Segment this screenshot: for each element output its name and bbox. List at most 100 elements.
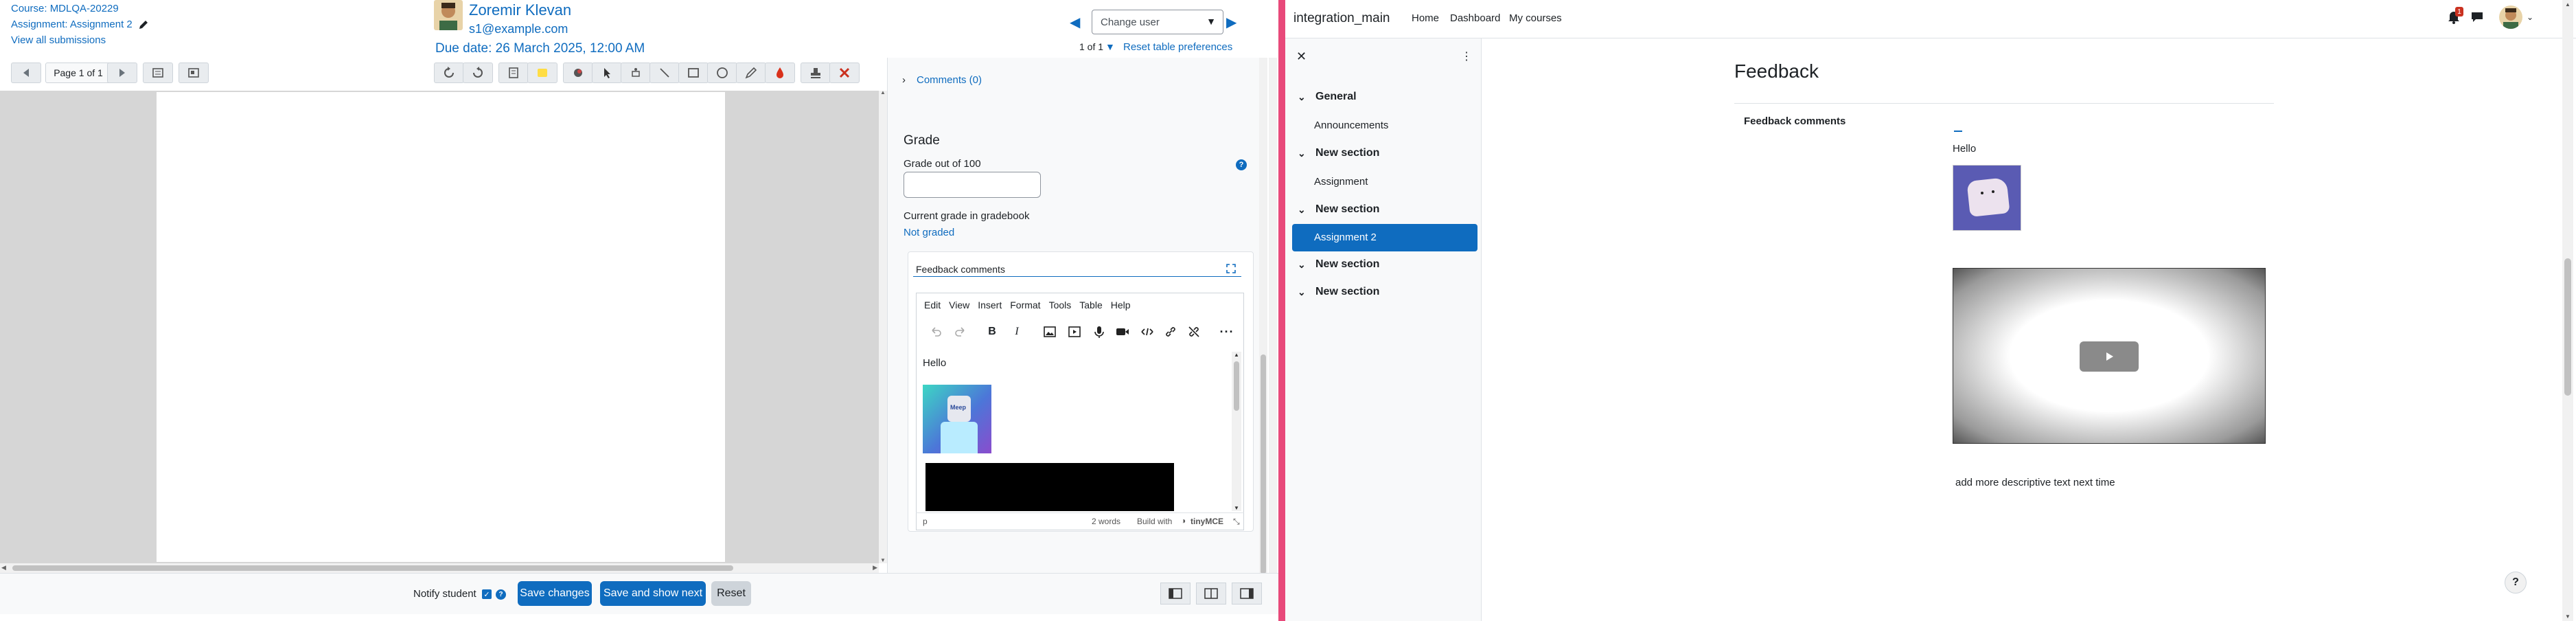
oval-tool-button[interactable] bbox=[707, 63, 737, 83]
comment-color-button[interactable] bbox=[527, 63, 557, 83]
section-new-1[interactable]: ⌄ New section bbox=[1298, 147, 1379, 159]
highlighter-tool-button[interactable] bbox=[765, 63, 795, 83]
menu-edit[interactable]: Edit bbox=[924, 300, 941, 310]
embed-icon[interactable] bbox=[1137, 321, 1158, 342]
delete-annotation-button[interactable] bbox=[829, 63, 860, 83]
rectangle-tool-button[interactable] bbox=[678, 63, 709, 83]
student-window: integration_main Home Dashboard My cours… bbox=[1285, 0, 2576, 621]
section-new-3[interactable]: ⌄ New section bbox=[1298, 258, 1379, 271]
image-icon[interactable] bbox=[1039, 321, 1060, 342]
menu-insert[interactable]: Insert bbox=[978, 300, 1002, 310]
drawer-menu-kebab-icon[interactable]: ⋮ bbox=[1461, 49, 1472, 63]
record-audio-icon[interactable] bbox=[1089, 321, 1109, 342]
fullscreen-icon[interactable] bbox=[1226, 264, 1236, 273]
help-button-label: ? bbox=[2512, 576, 2519, 588]
menu-table[interactable]: Table bbox=[1079, 300, 1102, 310]
previous-user-arrow[interactable]: ◀ bbox=[1070, 14, 1080, 31]
pdf-horizontal-scrollbar[interactable]: ◀ ▶ bbox=[0, 563, 879, 573]
section-new-3-title: New section bbox=[1315, 258, 1380, 270]
menu-help[interactable]: Help bbox=[1111, 300, 1131, 310]
page-heading: Feedback bbox=[1734, 60, 1819, 82]
next-user-arrow[interactable]: ▶ bbox=[1226, 14, 1237, 31]
nav-home[interactable]: Home bbox=[1412, 12, 1439, 24]
rotate-right-button[interactable] bbox=[463, 63, 493, 83]
layout-collapse-review-button[interactable] bbox=[1160, 583, 1191, 605]
select-tool-button[interactable] bbox=[592, 63, 622, 83]
window-divider[interactable] bbox=[1278, 0, 1285, 621]
section-general-title: General bbox=[1315, 91, 1357, 102]
reset-button[interactable]: Reset bbox=[711, 581, 751, 606]
save-and-show-next-button[interactable]: Save and show next bbox=[600, 581, 706, 606]
close-drawer-icon[interactable]: ✕ bbox=[1296, 49, 1307, 64]
pdf-page[interactable] bbox=[157, 92, 725, 562]
nav-dashboard[interactable]: Dashboard bbox=[1450, 12, 1500, 24]
messages-icon[interactable] bbox=[2470, 11, 2484, 23]
layout-default-button[interactable] bbox=[1196, 583, 1226, 605]
next-page-button[interactable] bbox=[107, 63, 137, 83]
media-icon[interactable] bbox=[1064, 321, 1085, 342]
assignment-link[interactable]: Assignment: Assignment 2 bbox=[11, 19, 133, 30]
course-index-item-assignment-2-active[interactable]: Assignment 2 bbox=[1292, 224, 1477, 251]
user-name-link[interactable]: Zoremir Klevan bbox=[469, 1, 571, 19]
comments-toggle[interactable]: › Comments (0) bbox=[902, 74, 982, 86]
change-user-select[interactable]: Change user ▼ bbox=[1092, 10, 1223, 34]
pencil-icon[interactable] bbox=[138, 19, 149, 30]
page-selector[interactable]: Page 1 of 1 bbox=[45, 63, 111, 83]
page-selector-label: Page 1 of 1 bbox=[54, 67, 103, 78]
user-email-link[interactable]: s1@example.com bbox=[469, 22, 568, 36]
editor-scrollbar[interactable]: ▲ ▼ bbox=[1232, 352, 1241, 511]
rotate-left-button[interactable] bbox=[434, 63, 464, 83]
editor-inline-image: Meep bbox=[923, 385, 991, 453]
grader-window-scrollbar[interactable] bbox=[1269, 58, 1277, 573]
layout-collapse-grade-button[interactable] bbox=[1232, 583, 1262, 605]
nav-my-courses[interactable]: My courses bbox=[1509, 12, 1562, 24]
undo-icon[interactable] bbox=[925, 321, 946, 342]
current-grade-value[interactable]: Not graded bbox=[904, 227, 954, 238]
search-comments-button[interactable] bbox=[143, 63, 173, 83]
course-index-item-assignment[interactable]: Assignment bbox=[1314, 176, 1368, 188]
notify-help-icon[interactable]: ? bbox=[496, 589, 506, 600]
grade-help-icon[interactable]: ? bbox=[1236, 159, 1247, 170]
section-new-2[interactable]: ⌄ New section bbox=[1298, 203, 1379, 216]
user-menu-chevron-icon[interactable]: ⌄ bbox=[2527, 12, 2533, 22]
view-all-submissions-link[interactable]: View all submissions bbox=[11, 34, 106, 46]
italic-icon[interactable]: I bbox=[1007, 321, 1027, 342]
grade-panel-scrollbar[interactable] bbox=[1259, 58, 1267, 574]
pan-tool-button[interactable] bbox=[621, 63, 651, 83]
resize-handle-icon[interactable]: ⤡ bbox=[1233, 517, 1240, 527]
bold-icon[interactable]: B bbox=[982, 321, 1002, 342]
grade-input[interactable] bbox=[904, 172, 1041, 198]
filter-icon[interactable]: ▼ bbox=[1105, 41, 1115, 52]
user-menu-avatar[interactable] bbox=[2499, 5, 2522, 29]
course-link[interactable]: Course: MDLQA-20229 bbox=[11, 3, 119, 14]
student-page-scrollbar[interactable]: ▲ ▼ bbox=[2562, 0, 2573, 621]
course-index-item-announcements[interactable]: Announcements bbox=[1314, 120, 1388, 131]
feedback-video-player[interactable] bbox=[1953, 268, 2266, 444]
video-play-button[interactable] bbox=[2080, 341, 2139, 372]
pen-tool-button[interactable] bbox=[736, 63, 766, 83]
annotation-color-button[interactable] bbox=[563, 63, 593, 83]
editor-content[interactable]: Hello Meep bbox=[917, 349, 1230, 511]
chevron-down-icon: ⌄ bbox=[1298, 203, 1306, 215]
section-new-4[interactable]: ⌄ New section bbox=[1298, 286, 1379, 298]
redo-icon[interactable] bbox=[950, 321, 971, 342]
stamp-list-button[interactable] bbox=[498, 63, 529, 83]
prev-page-button[interactable] bbox=[11, 63, 41, 83]
link-icon[interactable] bbox=[1160, 321, 1181, 342]
line-tool-button[interactable] bbox=[649, 63, 680, 83]
menu-format[interactable]: Format bbox=[1010, 300, 1040, 310]
menu-tools[interactable]: Tools bbox=[1049, 300, 1072, 310]
help-button[interactable]: ? bbox=[2505, 572, 2527, 594]
save-changes-button[interactable]: Save changes bbox=[518, 581, 592, 606]
record-video-icon[interactable] bbox=[1112, 321, 1133, 342]
more-options-icon[interactable]: ··· bbox=[1217, 321, 1237, 342]
stamp-tool-button[interactable] bbox=[801, 63, 831, 83]
pdf-vertical-scrollbar[interactable]: ▲ ▼ bbox=[879, 89, 887, 563]
section-general[interactable]: ⌄ General bbox=[1298, 91, 1357, 103]
unlink-icon[interactable] bbox=[1184, 321, 1204, 342]
site-name[interactable]: integration_main bbox=[1293, 11, 1390, 26]
notify-student-checkbox[interactable]: ✓ bbox=[482, 589, 492, 599]
menu-view[interactable]: View bbox=[949, 300, 969, 310]
expand-comments-button[interactable] bbox=[179, 63, 209, 83]
reset-table-preferences-link[interactable]: Reset table preferences bbox=[1123, 41, 1232, 53]
